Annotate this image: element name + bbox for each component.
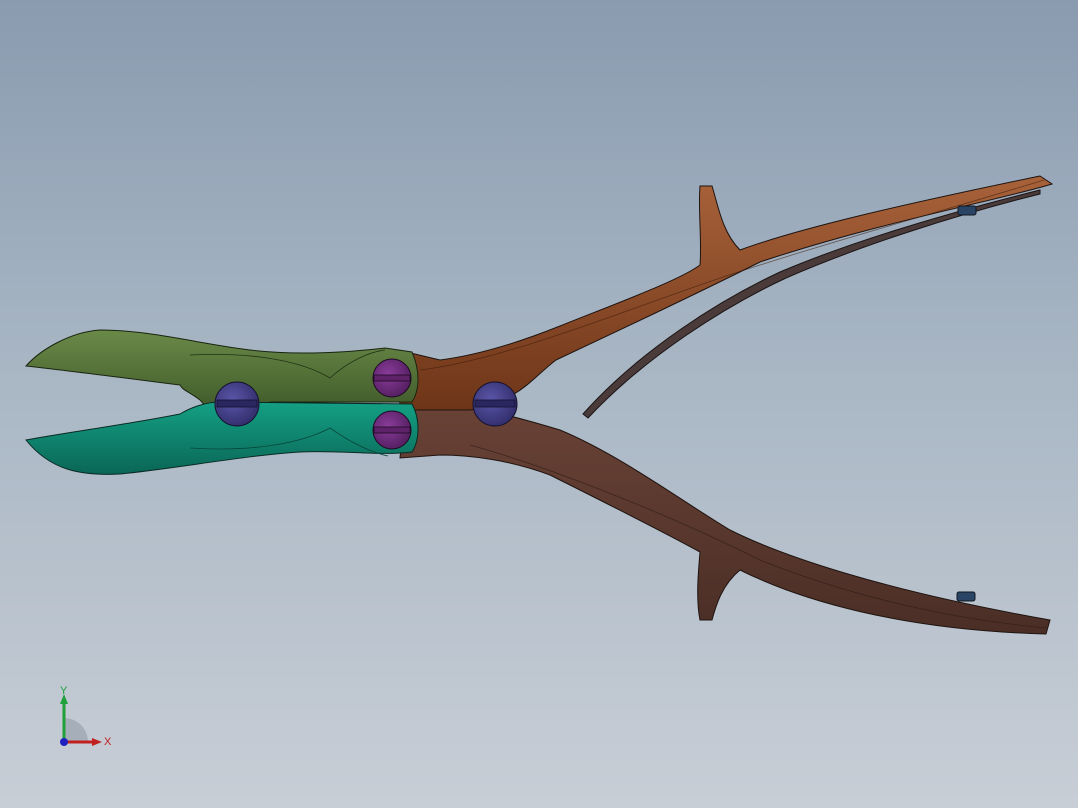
- triad-plane-indicator: [64, 718, 88, 742]
- lower-handle[interactable]: [399, 403, 1051, 635]
- upper-link-pin[interactable]: [372, 358, 412, 398]
- spring-screw-lower[interactable]: [956, 591, 976, 602]
- upper-handle[interactable]: [397, 175, 1054, 411]
- lower-link-pin[interactable]: [372, 410, 412, 450]
- z-axis-origin: [60, 738, 68, 746]
- x-axis-label: X: [104, 736, 112, 748]
- main-pivot-pin[interactable]: [472, 381, 518, 427]
- cad-graphics-viewport[interactable]: Y X: [0, 0, 1078, 808]
- bone-cutter-assembly-model[interactable]: [0, 0, 1078, 808]
- jaw-pivot-pin[interactable]: [214, 381, 260, 427]
- coordinate-triad: Y X: [60, 685, 112, 748]
- spring-screw-upper[interactable]: [957, 205, 977, 216]
- y-axis-label: Y: [60, 685, 68, 697]
- x-axis-arrowhead: [92, 738, 102, 746]
